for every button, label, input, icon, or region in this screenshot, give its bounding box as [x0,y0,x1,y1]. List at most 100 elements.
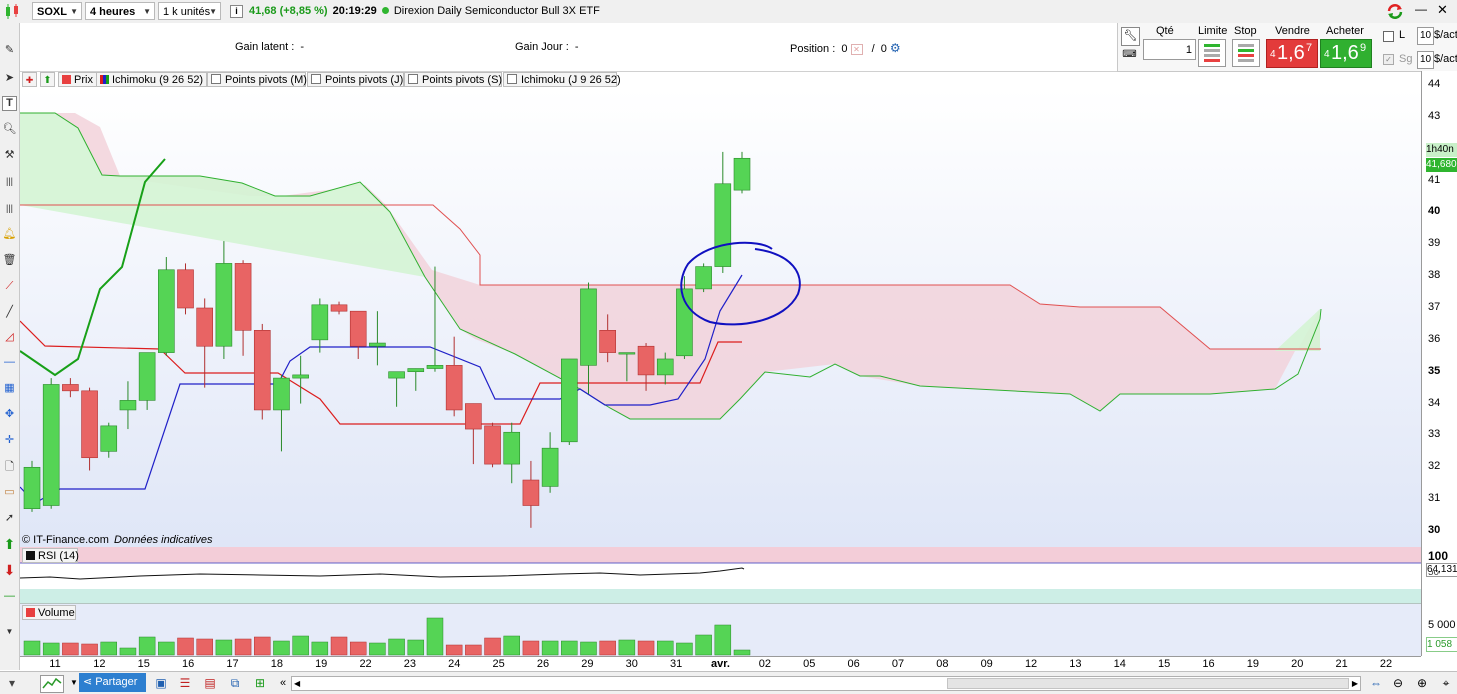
refresh-icon[interactable] [1386,3,1404,20]
legend-ichimoku-j[interactable]: Ichimoku (J 9 26 52) [503,72,621,87]
legend-pivots-j[interactable]: Points pivots (J) [307,72,404,87]
scroll-left-icon[interactable]: « [275,675,291,691]
sell-arrow-icon[interactable]: ⬇ [2,563,17,578]
rsi-color-icon [26,551,35,560]
cursor-icon[interactable]: ➤ [2,71,17,86]
arrow-tool-icon[interactable]: ➚ [2,511,17,526]
grid-tool-icon[interactable]: ▦ [2,381,17,396]
limit-order-button[interactable] [1198,39,1226,67]
stop-order-button[interactable] [1232,39,1260,67]
pivots-m-checkbox[interactable] [211,74,221,84]
pivots-s-checkbox[interactable] [408,74,418,84]
price-axis[interactable]: 444342414039383736353433323130 1h40n 41,… [1421,71,1457,656]
trash-icon[interactable]: 🗑︎ [2,253,17,268]
list-icon[interactable]: ☰ [177,675,193,691]
hammer-icon[interactable]: ⚒ [2,148,17,163]
close-button[interactable]: ✕ [1437,2,1451,18]
zoom-in-icon[interactable]: ⊕ [1414,675,1430,691]
legend-pivots-s[interactable]: Points pivots (S) [404,72,502,87]
volume-bar [733,649,751,656]
candle-body [273,377,290,411]
add-indicator-button[interactable]: ✚ [22,72,37,87]
document-icon[interactable]: 🗋 [2,460,17,475]
horizontal-line-icon[interactable]: — [2,355,17,370]
price-chart[interactable] [20,89,1421,656]
pencil-icon[interactable]: ✎ [2,43,17,58]
minimize-button[interactable]: — [1415,2,1429,16]
volume-tick: 5 000 [1428,619,1456,631]
scroll-right-arrow-icon[interactable]: ▶ [1352,677,1358,690]
legend-pivots-m[interactable]: Points pivots (M) [207,72,307,87]
info-icon[interactable]: i [230,5,243,18]
zoom-icon[interactable]: 🔍︎ [2,122,17,137]
zoom-out-icon[interactable]: ⊖ [1390,675,1406,691]
buy-arrow-icon[interactable]: ⬆ [2,537,17,552]
chart-style-icon[interactable]: ▾ [4,675,20,691]
reset-zoom-icon[interactable]: ⌖ [1438,675,1454,691]
instrument-name: Direxion Daily Semiconductor Bull 3X ETF [393,5,600,17]
candle-body [253,330,271,411]
time-axis-tick: 16 [181,658,195,670]
text-tool-icon[interactable]: T [2,96,17,111]
chart-type-icon[interactable] [3,3,23,20]
legend-ichimoku-j-label: Ichimoku (J 9 26 52) [521,74,621,86]
collapse-arrow-icon[interactable]: ▼ [2,624,17,639]
trend-line-icon[interactable]: ⟋ [2,279,17,294]
legend-ichimoku[interactable]: Ichimoku (9 26 52) [96,72,207,87]
keyboard-icon[interactable]: ⌨ [1121,49,1138,63]
channel-icon[interactable]: ◿ [2,330,17,345]
fibonacci-icon[interactable]: ||| [2,174,17,189]
time-axis[interactable]: 11 12 15 16 17 18 19 22 23 24 25 26 29 30 31 avr. 02 05 06… [20,656,1421,672]
rsi-legend-label: RSI (14) [38,550,79,562]
buy-price: 1,6 [1331,42,1359,64]
time-axis-tick: 25 [492,658,505,670]
rsi-oversold-zone [20,589,1421,604]
price-axis-tick: 43 [1428,109,1441,122]
stop-amount-field[interactable]: 10 [1417,51,1434,69]
compare-icon[interactable]: ⊞ [252,675,268,691]
limit-checkbox[interactable] [1383,31,1394,42]
line-tool-icon[interactable]: ╱ [2,305,17,320]
volume-bar [618,639,636,656]
legend-prix[interactable]: Prix [58,72,98,87]
gear-icon[interactable]: ⚙ [890,41,901,55]
stop-label: Stop [1234,25,1257,37]
timeframe-select[interactable]: 4 heures ▼ [85,2,155,20]
wrench-icon[interactable]: 🔧︎ [1121,27,1140,46]
screenshot-icon[interactable]: ⧉ [227,675,243,691]
sg-checkbox-label: Sg [1399,53,1413,65]
eraser-icon[interactable]: ▭ [2,485,17,500]
sg-checkbox[interactable]: ✓ [1383,54,1394,65]
line-chart-icon[interactable] [40,675,64,693]
rsi-legend[interactable]: RSI (14) [22,548,79,563]
table-icon[interactable]: ▤ [202,675,218,691]
horizontal-scrollbar[interactable]: ◀ ▶ [291,676,1361,691]
candle-body [62,384,79,392]
close-position-icon[interactable]: ✕ [850,44,863,55]
alert-bell-icon[interactable]: 🔔︎ [2,227,17,242]
time-axis-tick: 07 [891,658,905,670]
fibonacci-fan-icon[interactable]: ||| [2,201,17,216]
monitor-icon[interactable]: ▣ [153,675,169,691]
buy-button[interactable]: 4 1,6 9 [1320,39,1372,68]
time-axis-tick: 30 [625,658,638,670]
volume-legend[interactable]: Volume [22,605,76,620]
share-button[interactable]: ⋖ Partager [79,673,146,692]
ichimoku-j-checkbox[interactable] [507,74,517,84]
symbol-select[interactable]: SOXL ▼ [32,2,82,20]
limit-amount-field[interactable]: 10 [1417,27,1434,45]
crosshair-icon[interactable]: ✛ [2,433,17,448]
scroll-left-arrow-icon[interactable]: ◀ [294,677,300,690]
quantity-unit-select[interactable]: 1 k unités ▼ [158,2,221,20]
sell-price-sup: 7 [1306,42,1313,54]
volume-bar [445,644,463,656]
rsi-overbought-zone [20,547,1421,563]
fit-chart-icon[interactable]: ⇔ [1368,675,1384,691]
volume-bar [599,640,616,656]
scrollbar-thumb[interactable] [947,678,1349,689]
quantity-input[interactable] [1143,39,1196,60]
pivots-j-checkbox[interactable] [311,74,321,84]
collapse-indicators-button[interactable]: ⬆ [40,72,55,87]
move-icon[interactable]: ✥ [2,407,17,422]
sell-button[interactable]: 4 1,6 7 [1266,39,1318,68]
